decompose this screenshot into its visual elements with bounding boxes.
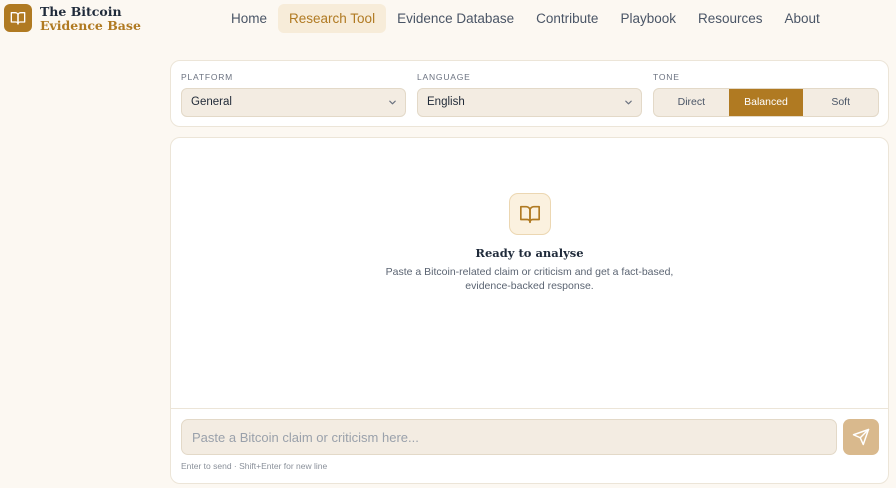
tone-direct-button[interactable]: Direct [654,89,729,116]
nav-contribute[interactable]: Contribute [525,4,609,33]
language-label: LANGUAGE [417,72,471,82]
brand-name[interactable]: The Bitcoin Evidence Base [40,5,141,33]
book-open-icon [10,12,26,25]
brand-line-1: The Bitcoin [40,4,122,19]
nav-research-tool[interactable]: Research Tool [278,4,387,33]
main-nav: Home Research Tool Evidence Database Con… [220,4,831,33]
keyboard-hint: Enter to send · Shift+Enter for new line [181,461,328,471]
nav-about[interactable]: About [774,4,831,33]
tone-toggle-group: Direct Balanced Soft [653,88,879,117]
composer-divider [171,408,888,409]
language-value: English [427,96,465,108]
empty-state-title: Ready to analyse [475,246,584,260]
tone-label: TONE [653,72,680,82]
nav-playbook[interactable]: Playbook [609,4,687,33]
claim-input[interactable] [181,419,837,455]
nav-home[interactable]: Home [220,4,278,33]
tone-soft-button[interactable]: Soft [803,89,878,116]
language-select[interactable]: English [417,88,642,117]
chat-panel: Ready to analyse Paste a Bitcoin-related… [170,137,889,484]
send-icon [852,428,870,446]
empty-state-icon [509,193,551,235]
logo[interactable] [4,4,32,32]
platform-select[interactable]: General [181,88,406,117]
nav-evidence-database[interactable]: Evidence Database [386,4,525,33]
chevron-down-icon [624,89,633,127]
platform-label: PLATFORM [181,72,234,82]
platform-value: General [191,96,232,108]
send-button[interactable] [843,419,879,455]
tone-balanced-button[interactable]: Balanced [728,89,804,116]
top-header: The Bitcoin Evidence Base Home Research … [0,0,896,38]
nav-resources[interactable]: Resources [687,4,774,33]
empty-state-description: Paste a Bitcoin-related claim or critici… [385,266,674,292]
chevron-down-icon [388,89,397,127]
brand-line-2: Evidence Base [40,18,141,33]
settings-panel: PLATFORM General LANGUAGE English TONE D… [170,60,889,127]
book-open-icon [520,205,540,224]
